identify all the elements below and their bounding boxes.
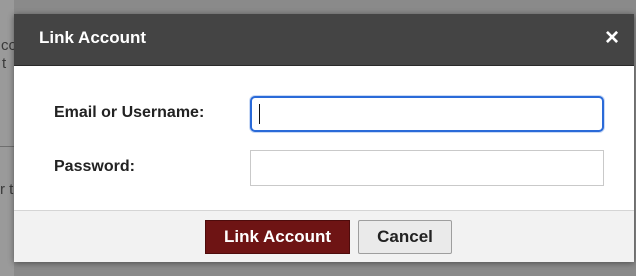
email-username-input[interactable] <box>250 96 604 132</box>
dialog-body: Email or Username: Password: <box>14 66 634 210</box>
text-caret <box>259 104 260 124</box>
dialog-title: Link Account <box>39 28 147 47</box>
email-username-label: Email or Username: <box>54 104 205 121</box>
background-text: r t <box>0 181 14 198</box>
dialog-footer: Link Account Cancel <box>14 210 634 262</box>
link-account-dialog: Link Account × Email or Username: Passwo… <box>14 14 634 262</box>
background-divider <box>0 146 14 147</box>
password-input[interactable] <box>250 150 604 186</box>
password-label: Password: <box>54 158 135 175</box>
link-account-button[interactable]: Link Account <box>205 220 350 254</box>
dialog-titlebar: Link Account × <box>14 14 634 66</box>
background-text: t <box>2 55 7 72</box>
cancel-button[interactable]: Cancel <box>358 220 452 254</box>
close-icon[interactable]: × <box>600 25 624 51</box>
